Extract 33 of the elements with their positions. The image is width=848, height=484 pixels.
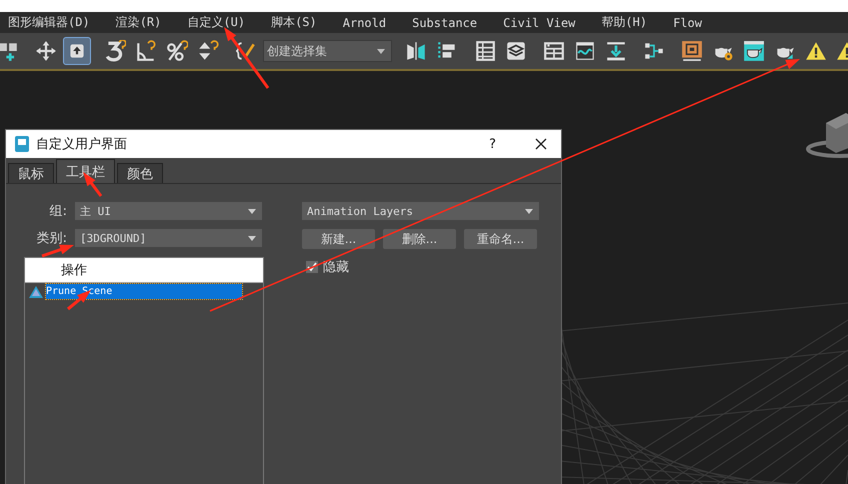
menu-item[interactable]: 渲染(R) (116, 14, 162, 31)
toolbar-dropdown[interactable]: Animation Layers (302, 202, 539, 220)
menu-item[interactable]: 脚本(S) (271, 14, 317, 31)
dialog-title: 自定义用户界面 (36, 136, 128, 153)
tab[interactable]: 鼠标 (8, 163, 54, 183)
group-dropdown[interactable]: 主 UI (75, 202, 262, 220)
column-header: 操作 (25, 258, 263, 283)
category-label: 类别: (36, 230, 67, 247)
caret-icon (377, 48, 385, 54)
selection-set-dropdown[interactable]: 创建选择集 (263, 40, 392, 62)
help-button[interactable]: ? (489, 136, 496, 152)
dialog-button[interactable]: 重命名... (464, 229, 537, 249)
pyramid-icon (29, 286, 43, 298)
menu-item[interactable]: 帮助(H) (601, 14, 648, 31)
menu-item[interactable]: Substance (412, 16, 478, 30)
caret-icon (248, 208, 256, 214)
tab[interactable]: 颜色 (117, 163, 163, 183)
dialog-button[interactable]: 新建... (302, 229, 375, 249)
caret-icon (525, 208, 533, 214)
menu-item[interactable]: 自定义(U) (187, 14, 246, 31)
category-dropdown[interactable]: [3DGROUND] (75, 229, 262, 247)
dialog-button[interactable]: 删除... (383, 229, 456, 249)
app-icon (15, 136, 29, 152)
caret-icon (248, 236, 256, 240)
menu-item[interactable]: Flow (673, 16, 702, 30)
menu-item[interactable]: Civil View (503, 16, 576, 30)
close-button[interactable] (535, 138, 547, 150)
select-icon[interactable] (63, 37, 91, 65)
annotation-arrow (42, 244, 74, 258)
menu-item[interactable]: Arnold (342, 16, 386, 30)
menu-item[interactable]: 图形编辑器(D) (8, 14, 90, 31)
group-label: 组: (50, 203, 67, 220)
hide-label: 隐藏 (323, 259, 349, 276)
